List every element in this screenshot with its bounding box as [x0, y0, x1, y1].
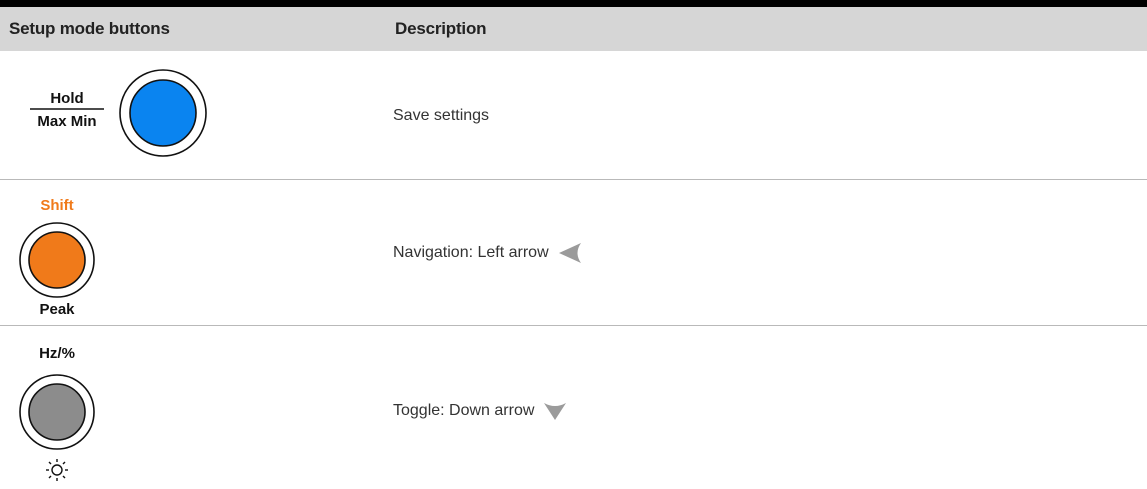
- table-header: Setup mode buttons Description: [0, 7, 1147, 51]
- button-bottom-label: Peak: [39, 301, 75, 318]
- button-top-label: Hz/%: [39, 345, 75, 362]
- button-top-label: Shift: [40, 197, 73, 214]
- button-face-blue: [129, 79, 197, 147]
- button-top-label: Hold: [50, 90, 83, 107]
- left-arrow-icon: [558, 243, 581, 263]
- header-description: Description: [395, 19, 487, 38]
- button-face-orange: [28, 231, 86, 289]
- button-face-gray: [28, 383, 86, 441]
- table-row: Shift Peak Navigation: Left arrow: [0, 180, 1147, 325]
- hold-max-min-button[interactable]: Hold Max Min: [20, 64, 220, 164]
- down-arrow-icon: [544, 403, 567, 420]
- row-description: Toggle: Down arrow: [393, 398, 568, 424]
- table-top-rule: [0, 0, 1147, 7]
- backlight-sun-icon: [46, 459, 68, 481]
- row-description: Navigation: Left arrow: [393, 240, 585, 266]
- header-setup-mode-buttons: Setup mode buttons: [9, 19, 170, 38]
- hz-percent-button[interactable]: Hz/%: [10, 336, 120, 484]
- shift-peak-button[interactable]: Shift Peak: [10, 188, 120, 322]
- button-bottom-label: Max Min: [37, 113, 96, 130]
- table-row: Hz/% Toggle: Down arrow: [0, 326, 1147, 489]
- table-row: Hold Max Min Save settings: [0, 51, 1147, 179]
- row-description: Save settings: [393, 107, 490, 124]
